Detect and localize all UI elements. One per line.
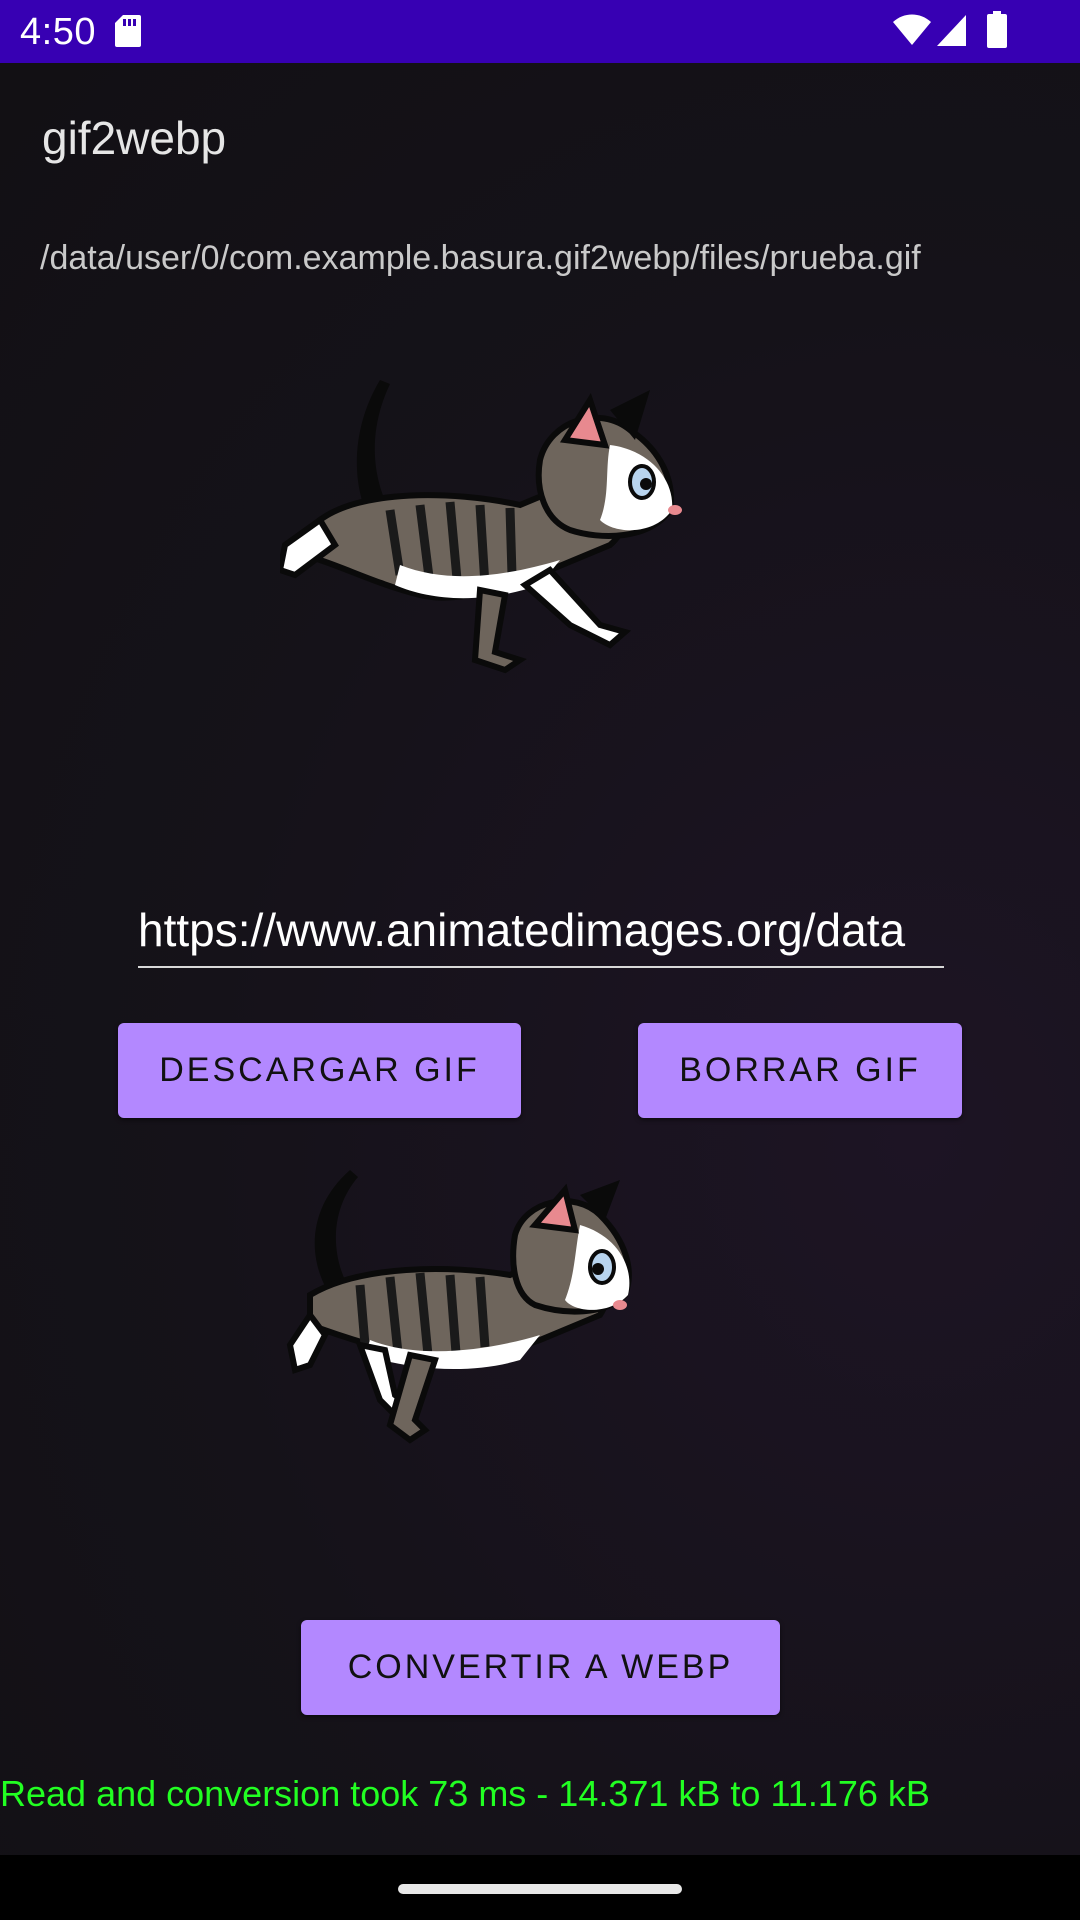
download-gif-button[interactable]: DESCARGAR GIF [118,1023,521,1118]
status-time: 4:50 [20,11,96,53]
conversion-result-text: Read and conversion took 73 ms - 14.371 … [0,1773,930,1814]
cell-signal-icon [937,15,966,46]
gif-preview-image [280,380,682,674]
battery-icon [987,11,1007,48]
home-gesture-handle[interactable] [398,1884,682,1894]
webp-preview-image [286,1170,632,1444]
url-input[interactable] [138,894,944,968]
file-path-text: /data/user/0/com.example.basura.gif2webp… [40,239,921,277]
delete-gif-button[interactable]: BORRAR GIF [638,1023,962,1118]
convert-to-webp-button[interactable]: CONVERTIR A WEBP [301,1620,780,1715]
wifi-icon [893,14,931,45]
status-bar: 4:50 [0,0,1080,63]
sd-card-icon [115,15,141,47]
app-title: gif2webp [42,112,227,164]
